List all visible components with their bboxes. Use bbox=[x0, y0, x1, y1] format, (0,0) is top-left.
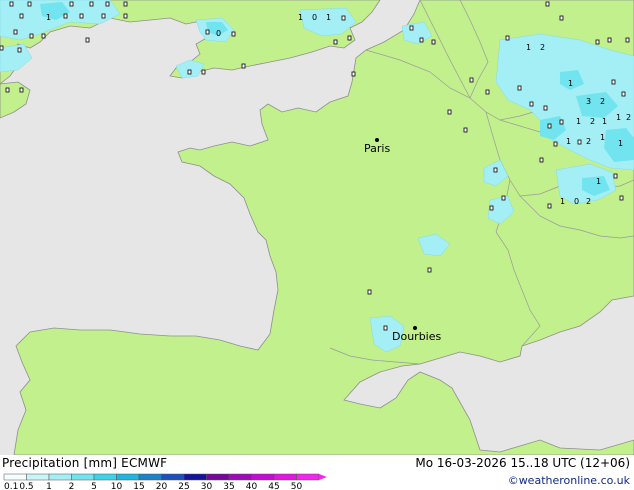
value-label: 1 bbox=[600, 133, 605, 142]
value-label: 1 bbox=[568, 79, 573, 88]
legend-swatch bbox=[48, 473, 72, 481]
precipitation-map: 1 1 0 1 0 1 2 3 2 1 2 1 1 1 2 1 2 1 1 0 … bbox=[0, 0, 634, 455]
value-label: 2 bbox=[540, 43, 545, 52]
legend-swatch bbox=[183, 473, 207, 481]
value-label: 2 bbox=[586, 197, 591, 206]
value-label: 1 bbox=[566, 137, 571, 146]
value-label: 2 bbox=[590, 117, 595, 126]
map-title: Precipitation [mm] ECMWF bbox=[2, 456, 168, 470]
legend-swatch bbox=[296, 473, 320, 481]
source-credit[interactable]: ©weatheronline.co.uk bbox=[508, 474, 630, 487]
legend-swatch bbox=[26, 473, 50, 481]
city-label-paris: Paris bbox=[364, 142, 390, 155]
legend-label: 35 bbox=[223, 482, 234, 490]
legend-swatch bbox=[71, 473, 95, 481]
legend-swatch bbox=[116, 473, 140, 481]
value-label: 0 bbox=[574, 197, 579, 206]
legend-label: 20 bbox=[156, 482, 168, 490]
value-label: 1 bbox=[326, 13, 331, 22]
value-label: 1 bbox=[560, 197, 565, 206]
legend-label: 25 bbox=[178, 482, 189, 490]
legend-swatch bbox=[93, 473, 117, 481]
legend-label: 40 bbox=[246, 482, 258, 490]
legend-swatch bbox=[161, 473, 185, 481]
legend-label: 1 bbox=[46, 482, 52, 490]
value-label: 1 bbox=[576, 117, 581, 126]
city-label-dourbies: Dourbies bbox=[392, 330, 442, 343]
value-label: 2 bbox=[626, 113, 631, 122]
value-label: 1 bbox=[616, 113, 621, 122]
value-label: 1 bbox=[46, 13, 51, 22]
value-label: 1 bbox=[298, 13, 303, 22]
legend-label: 0.1 bbox=[4, 482, 18, 490]
value-label: 2 bbox=[586, 137, 591, 146]
legend-swatch bbox=[228, 473, 252, 481]
value-label: 0 bbox=[312, 13, 317, 22]
value-label: 1 bbox=[596, 177, 601, 186]
value-label: 0 bbox=[216, 29, 221, 38]
legend-swatch bbox=[3, 473, 27, 481]
value-label: 1 bbox=[618, 139, 623, 148]
precipitation-legend: 0.1 0.5 1 2 5 10 15 20 25 30 35 40 45 50 bbox=[3, 473, 327, 490]
legend-label: 5 bbox=[91, 482, 97, 490]
legend-label: 50 bbox=[291, 482, 303, 490]
legend-swatch bbox=[251, 473, 275, 481]
legend-arrow bbox=[319, 474, 327, 480]
legend-label: 45 bbox=[268, 482, 279, 490]
value-label: 1 bbox=[602, 117, 607, 126]
legend-label: 2 bbox=[69, 482, 75, 490]
value-label: 2 bbox=[600, 97, 605, 106]
legend-label: 10 bbox=[111, 482, 123, 490]
legend-label: 30 bbox=[201, 482, 213, 490]
value-label: 1 bbox=[526, 43, 531, 52]
forecast-datetime: Mo 16-03-2026 15..18 UTC (12+06) bbox=[415, 456, 630, 470]
legend-swatch bbox=[206, 473, 230, 481]
value-label: 3 bbox=[586, 97, 591, 106]
legend-label: 15 bbox=[133, 482, 144, 490]
legend-swatch bbox=[273, 473, 297, 481]
legend-swatch bbox=[138, 473, 162, 481]
legend-label: 0.5 bbox=[19, 482, 33, 490]
